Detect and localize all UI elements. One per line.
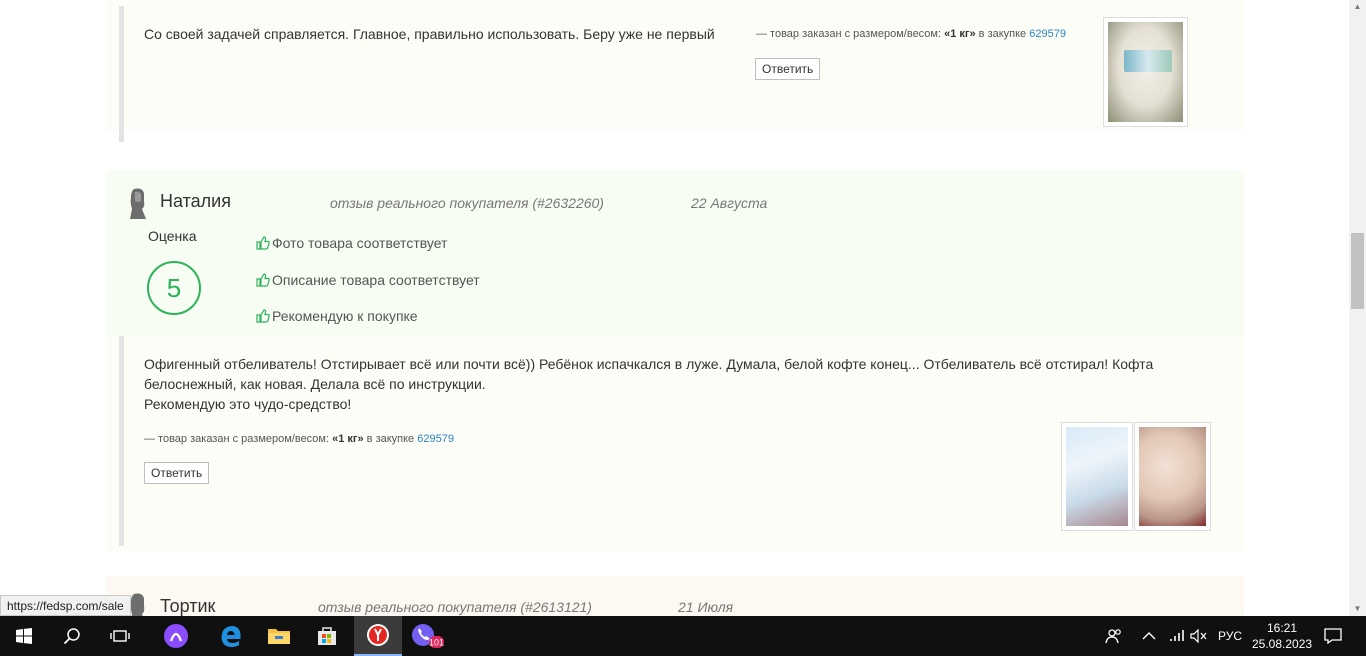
chevron-up-icon[interactable] bbox=[1142, 616, 1156, 656]
thumbs-up-icon bbox=[256, 236, 270, 250]
verified-buyer-label: отзыв реального покупателя (#2613121) bbox=[318, 599, 592, 615]
task-view-icon bbox=[110, 630, 130, 642]
people-icon[interactable] bbox=[1105, 616, 1123, 656]
thumbs-up-icon bbox=[256, 273, 270, 287]
check-description-matches: Описание товара соответствует bbox=[256, 272, 480, 288]
clock[interactable]: 16:21 25.08.2023 bbox=[1252, 620, 1312, 652]
viber-button[interactable]: 101 bbox=[403, 616, 451, 656]
review-card: Со своей задачей справляется. Главное, п… bbox=[106, 0, 1244, 142]
avatar-icon bbox=[130, 188, 146, 219]
yandex-browser-button[interactable] bbox=[354, 616, 402, 656]
review-photo-thumbnail[interactable] bbox=[1103, 17, 1188, 127]
windows-taskbar: 101 РУС 16:21 25.08.2023 bbox=[0, 616, 1366, 656]
rating-label: Оценка bbox=[148, 228, 197, 244]
scrollbar-thumb[interactable] bbox=[1351, 233, 1364, 309]
review-photo-thumbnail[interactable] bbox=[1061, 422, 1133, 531]
store-button[interactable] bbox=[303, 616, 351, 656]
verified-buyer-label: отзыв реального покупателя (#2632260) bbox=[330, 195, 604, 211]
quote-bar bbox=[119, 6, 124, 142]
windows-logo-icon bbox=[16, 628, 32, 644]
store-bag-icon bbox=[318, 627, 336, 645]
reply-button[interactable]: Ответить bbox=[144, 462, 210, 484]
start-button[interactable] bbox=[0, 616, 48, 656]
search-button[interactable] bbox=[48, 616, 96, 656]
purchase-link[interactable]: 629579 bbox=[417, 433, 454, 445]
review-date: 22 Августа bbox=[691, 195, 768, 211]
scroll-up-arrow-icon[interactable]: ▲ bbox=[1352, 2, 1363, 11]
scroll-down-arrow-icon[interactable]: ▼ bbox=[1352, 604, 1363, 613]
edge-icon bbox=[221, 626, 241, 647]
thumbs-up-icon bbox=[256, 309, 270, 323]
order-meta: — товар заказан с размером/весом: «1 кг»… bbox=[756, 28, 1066, 40]
quote-bar bbox=[119, 336, 124, 546]
review-body-section: Офигенный отбеливатель! Отстирывает всё … bbox=[106, 336, 1244, 551]
status-bar-url: https://fedsp.com/sale bbox=[0, 595, 131, 616]
viber-badge-count: 101 bbox=[429, 638, 444, 648]
viber-icon: 101 bbox=[412, 624, 444, 648]
review-photo-thumbnail[interactable] bbox=[1134, 422, 1211, 531]
sleeve-photo bbox=[1066, 427, 1128, 526]
notifications-icon[interactable] bbox=[1324, 616, 1342, 656]
fabric-photo bbox=[1139, 427, 1206, 526]
folder-icon bbox=[268, 629, 290, 644]
reply-button[interactable]: Ответить bbox=[755, 58, 821, 80]
review-card: Наталия отзыв реального покупателя (#263… bbox=[106, 171, 1244, 551]
rating-score: 5 bbox=[147, 261, 201, 315]
alice-assistant-button[interactable] bbox=[152, 616, 200, 656]
author-name: Наталия bbox=[160, 191, 231, 211]
check-photo-matches: Фото товара соответствует bbox=[256, 235, 447, 251]
order-meta: — товар заказан с размером/весом: «1 кг»… bbox=[144, 433, 454, 445]
review-date: 21 Июля bbox=[678, 599, 734, 615]
edge-browser-button[interactable] bbox=[207, 616, 255, 656]
input-language[interactable]: РУС bbox=[1218, 616, 1242, 656]
purchase-link[interactable]: 629579 bbox=[1029, 28, 1066, 40]
review-text: Офигенный отбеливатель! Отстирывает всё … bbox=[144, 356, 1154, 412]
browser-viewport: Со своей задачей справляется. Главное, п… bbox=[0, 0, 1366, 616]
search-icon bbox=[63, 628, 80, 645]
file-explorer-button[interactable] bbox=[255, 616, 303, 656]
volume-muted-icon[interactable] bbox=[1190, 616, 1208, 656]
author-name: Тортик bbox=[160, 596, 216, 616]
check-recommend: Рекомендую к покупке bbox=[256, 308, 418, 324]
yandex-browser-icon bbox=[367, 624, 389, 646]
review-card: Тортик отзыв реального покупателя (#2613… bbox=[106, 576, 1244, 616]
alice-icon bbox=[164, 624, 188, 648]
task-view-button[interactable] bbox=[96, 616, 144, 656]
wifi-icon[interactable] bbox=[1168, 616, 1186, 656]
avatar-icon bbox=[130, 593, 145, 616]
review-text: Со своей задачей справляется. Главное, п… bbox=[144, 26, 715, 42]
product-photo bbox=[1108, 22, 1183, 122]
